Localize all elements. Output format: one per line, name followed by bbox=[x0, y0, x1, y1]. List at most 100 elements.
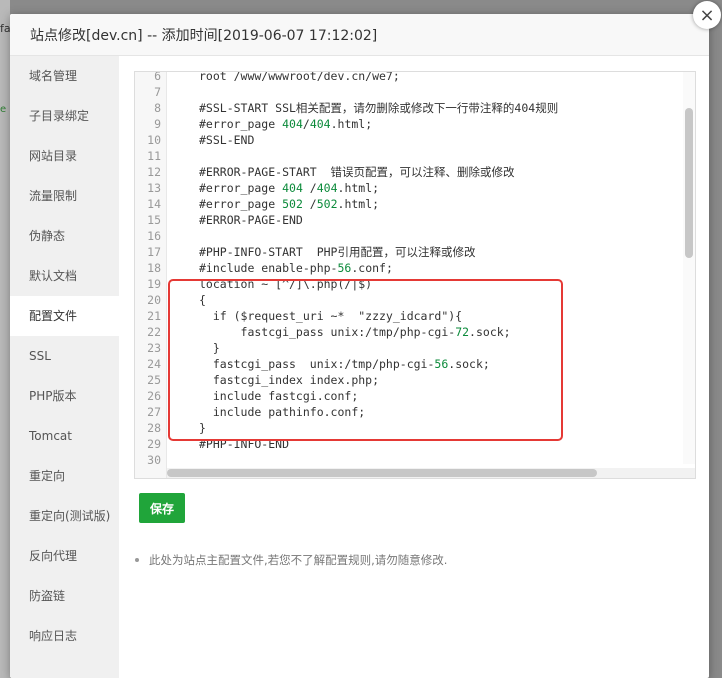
code-text: root /www/wwwroot/dev.cn/we7; bbox=[199, 71, 400, 83]
line-number: 26 bbox=[147, 389, 161, 403]
sidebar-item[interactable]: PHP版本 bbox=[10, 376, 119, 416]
code-text: } bbox=[199, 341, 220, 355]
code-text: #ERROR-PAGE-END bbox=[199, 213, 303, 227]
sidebar-item[interactable]: 响应日志 bbox=[10, 616, 119, 656]
line-number: 20 bbox=[147, 293, 161, 307]
line-number: 24 bbox=[147, 357, 161, 371]
code-line: 24 fastcgi_pass unix:/tmp/php-cgi-56.soc… bbox=[135, 356, 683, 372]
vertical-scrollbar[interactable] bbox=[683, 72, 695, 464]
code-text: fastcgi_pass unix:/tmp/php-cgi-56.sock; bbox=[199, 357, 490, 371]
code-text: include pathinfo.conf; bbox=[199, 405, 366, 419]
line-number: 27 bbox=[147, 405, 161, 419]
code-line: 6 root /www/wwwroot/dev.cn/we7; bbox=[135, 71, 683, 84]
config-tip: 此处为站点主配置文件,若您不了解配置规则,请勿随意修改. bbox=[135, 552, 447, 568]
sidebar-item[interactable]: 子目录绑定 bbox=[10, 96, 119, 136]
code-line: 7 bbox=[135, 84, 683, 100]
line-number: 21 bbox=[147, 309, 161, 323]
code-line: 23 } bbox=[135, 340, 683, 356]
code-text: } bbox=[199, 421, 206, 435]
code-text: #include enable-php-56.conf; bbox=[199, 261, 393, 275]
code-line: 21 if ($request_uri ~* "zzzy_idcard"){ bbox=[135, 308, 683, 324]
horizontal-scroll-thumb[interactable] bbox=[167, 469, 597, 477]
code-line: 9 #error_page 404/404.html; bbox=[135, 116, 683, 132]
code-text: #SSL-END bbox=[199, 133, 255, 147]
line-number: 25 bbox=[147, 373, 161, 387]
line-number: 16 bbox=[147, 229, 161, 243]
code-line: 12 #ERROR-PAGE-START 错误页配置，可以注释、删除或修改 bbox=[135, 164, 683, 180]
close-button[interactable]: × bbox=[693, 1, 721, 29]
sidebar-item[interactable]: Tomcat bbox=[10, 416, 119, 456]
code-line: 16 bbox=[135, 228, 683, 244]
line-number: 9 bbox=[154, 117, 161, 131]
dialog-title-bar: 站点修改[dev.cn] -- 添加时间[2019-06-07 17:12:02… bbox=[10, 14, 709, 56]
line-number: 14 bbox=[147, 197, 161, 211]
code-text: fastcgi_index index.php; bbox=[199, 373, 380, 387]
sidebar-item[interactable]: 默认文档 bbox=[10, 256, 119, 296]
line-number: 19 bbox=[147, 277, 161, 291]
sidebar: 域名管理 子目录绑定 网站目录 流量限制 伪静态 默认文档 配置文件 SSL PHP版本 Tomc… bbox=[10, 56, 119, 678]
background-text-green: e bbox=[0, 104, 7, 115]
code-line: 25 fastcgi_index index.php; bbox=[135, 372, 683, 388]
line-number: 18 bbox=[147, 261, 161, 275]
config-editor[interactable]: 6 root /www/wwwroot/dev.cn/we7; 7 8 #SSL-STA… bbox=[134, 71, 696, 479]
site-edit-dialog: 站点修改[dev.cn] -- 添加时间[2019-06-07 17:12:02… bbox=[10, 14, 709, 678]
line-number: 15 bbox=[147, 213, 161, 227]
sidebar-item[interactable]: 网站目录 bbox=[10, 136, 119, 176]
dialog-title: 站点修改[dev.cn] -- 添加时间[2019-06-07 17:12:02… bbox=[30, 27, 378, 44]
code-line: 11 bbox=[135, 148, 683, 164]
line-number: 29 bbox=[147, 437, 161, 451]
code-text: { bbox=[199, 293, 206, 307]
code-line: 18 #include enable-php-56.conf; bbox=[135, 260, 683, 276]
sidebar-item[interactable]: 重定向 bbox=[10, 456, 119, 496]
code-text: fastcgi_pass unix:/tmp/php-cgi-72.sock; bbox=[199, 325, 511, 339]
sidebar-item[interactable]: 伪静态 bbox=[10, 216, 119, 256]
line-number: 30 bbox=[147, 453, 161, 467]
line-number: 17 bbox=[147, 245, 161, 259]
sidebar-item[interactable]: 反向代理 bbox=[10, 536, 119, 576]
sidebar-item[interactable]: 防盗链 bbox=[10, 576, 119, 616]
line-number: 22 bbox=[147, 325, 161, 339]
line-number: 6 bbox=[154, 71, 161, 83]
code-text: include fastcgi.conf; bbox=[199, 389, 359, 403]
background-page bbox=[0, 0, 10, 678]
code-line: 10 #SSL-END bbox=[135, 132, 683, 148]
bullet-icon bbox=[135, 558, 139, 562]
code-line: 8 #SSL-START SSL相关配置，请勿删除或修改下一行带注释的404规则 bbox=[135, 100, 683, 116]
code-text: #PHP-INFO-START PHP引用配置，可以注释或修改 bbox=[199, 245, 476, 259]
code-text: #error_page 404 /404.html; bbox=[199, 181, 380, 195]
code-line: 28} bbox=[135, 420, 683, 436]
code-line: 15 #ERROR-PAGE-END bbox=[135, 212, 683, 228]
line-number: 10 bbox=[147, 133, 161, 147]
code-line: 26 include fastcgi.conf; bbox=[135, 388, 683, 404]
horizontal-scrollbar[interactable] bbox=[167, 468, 695, 478]
code-line: 27 include pathinfo.conf; bbox=[135, 404, 683, 420]
code-text: #error_page 404/404.html; bbox=[199, 117, 373, 131]
line-number: 8 bbox=[154, 101, 161, 115]
code-text: #PHP-INFO-END bbox=[199, 437, 290, 451]
line-number: 7 bbox=[154, 85, 161, 99]
code-line: 29 #PHP-INFO-END bbox=[135, 436, 683, 452]
code-line: 22 fastcgi_pass unix:/tmp/php-cgi-72.soc… bbox=[135, 324, 683, 340]
code-text: #ERROR-PAGE-START 错误页配置，可以注释、删除或修改 bbox=[199, 165, 515, 179]
sidebar-item[interactable]: 配置文件 bbox=[10, 296, 119, 336]
tip-text: 此处为站点主配置文件,若您不了解配置规则,请勿随意修改. bbox=[149, 553, 448, 567]
code-line: 17 #PHP-INFO-START PHP引用配置，可以注释或修改 bbox=[135, 244, 683, 260]
close-icon: × bbox=[699, 4, 715, 26]
code-line: 19 location ~ [^/]\.php(/|$) bbox=[135, 276, 683, 292]
code-line: 14 #error_page 502 /502.html; bbox=[135, 196, 683, 212]
sidebar-item[interactable]: 域名管理 bbox=[10, 56, 119, 96]
code-line: 20 { bbox=[135, 292, 683, 308]
sidebar-item[interactable]: 重定向(测试版) bbox=[10, 496, 119, 536]
save-button[interactable]: 保存 bbox=[139, 493, 185, 523]
code-line: 30 bbox=[135, 452, 683, 468]
code-text: #SSL-START SSL相关配置，请勿删除或修改下一行带注释的404规则 bbox=[199, 101, 559, 115]
line-number: 23 bbox=[147, 341, 161, 355]
line-number: 13 bbox=[147, 181, 161, 195]
code-text: #error_page 502 /502.html; bbox=[199, 197, 380, 211]
editor-lines: 6 root /www/wwwroot/dev.cn/we7; 7 8 #SSL-STA… bbox=[135, 71, 683, 468]
line-number: 28 bbox=[147, 421, 161, 435]
line-number: 11 bbox=[147, 149, 161, 163]
sidebar-item[interactable]: 流量限制 bbox=[10, 176, 119, 216]
sidebar-item[interactable]: SSL bbox=[10, 336, 119, 376]
vertical-scroll-thumb[interactable] bbox=[685, 108, 693, 258]
